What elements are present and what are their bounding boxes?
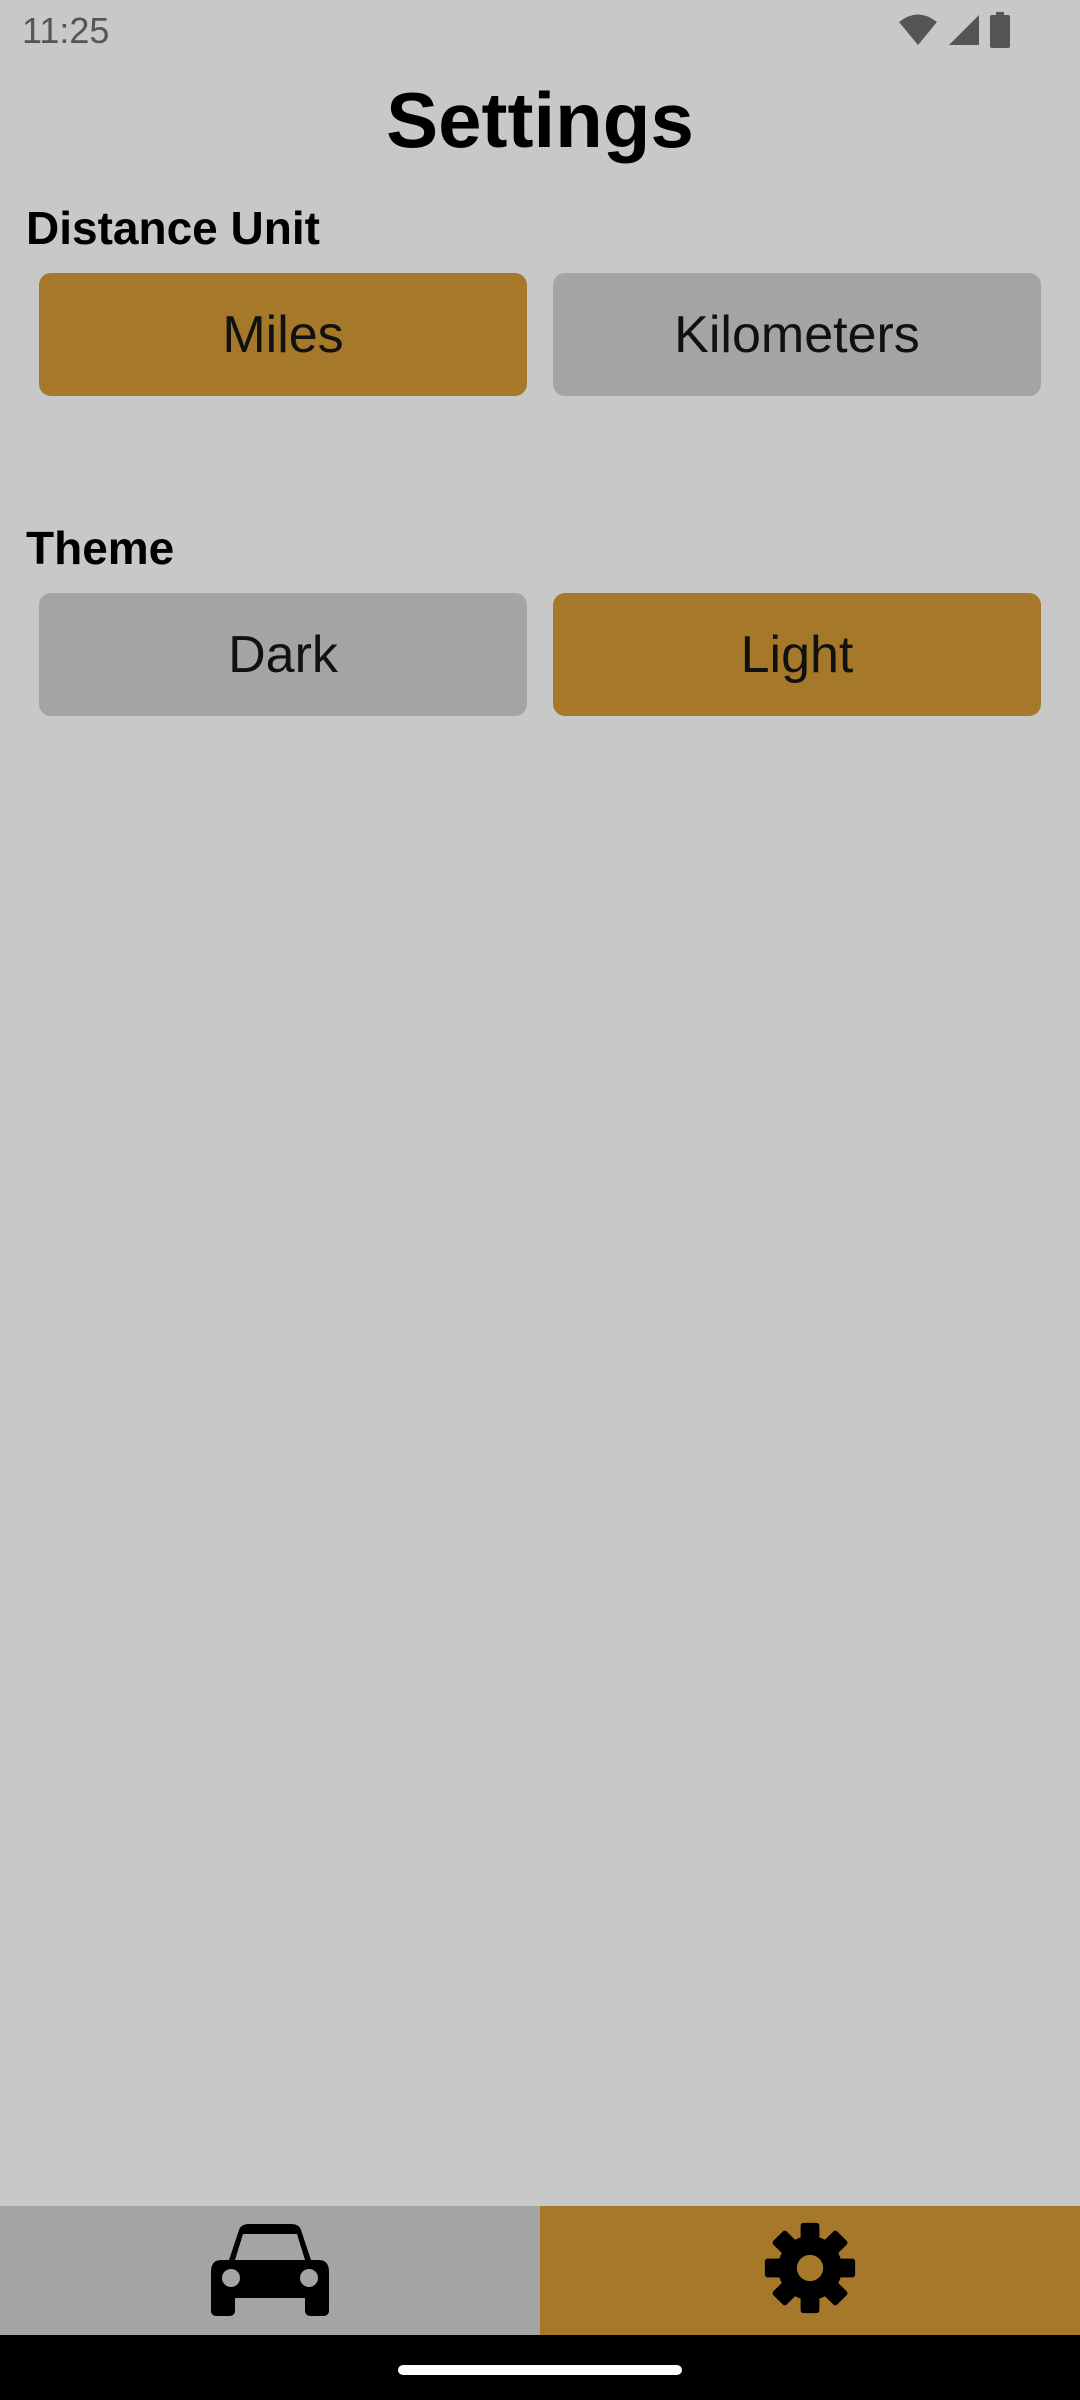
status-time: 11:25 (22, 10, 110, 51)
bottom-navigation (0, 2206, 1080, 2335)
page-title: Settings (386, 76, 694, 164)
settings-screen: 11:25 Settings Distance Unit Miles Kilom… (0, 0, 1080, 2400)
system-gesture-bar (0, 2335, 1080, 2400)
light-theme-button[interactable]: Light (553, 593, 1041, 716)
wifi-icon (898, 13, 938, 47)
dark-theme-button[interactable]: Dark (39, 593, 527, 716)
cellular-signal-icon (948, 13, 980, 47)
kilometers-button[interactable]: Kilometers (553, 273, 1041, 396)
theme-label: Theme (26, 522, 175, 574)
miles-button[interactable]: Miles (39, 273, 527, 396)
tab-settings[interactable] (540, 2206, 1080, 2335)
status-icons (898, 12, 1010, 48)
gear-icon (763, 2221, 857, 2320)
home-gesture-handle[interactable] (398, 2365, 682, 2375)
tab-vehicles[interactable] (0, 2206, 540, 2335)
car-icon (209, 2220, 331, 2321)
battery-icon (990, 12, 1010, 48)
status-bar: 11:25 (0, 0, 1080, 62)
distance-unit-label: Distance Unit (26, 202, 320, 254)
